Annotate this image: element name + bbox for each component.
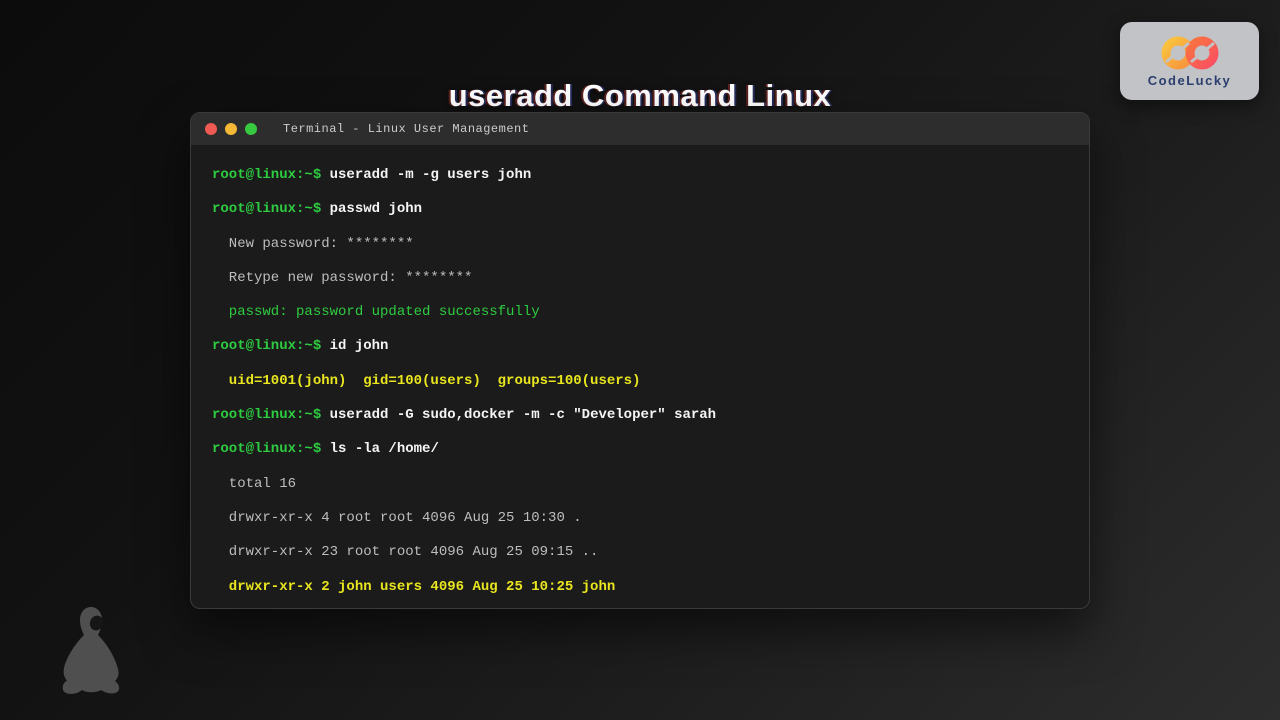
terminal-text-command: useradd -G sudo,docker -m -c "Developer"… xyxy=(330,407,716,423)
tux-penguin-icon xyxy=(55,606,127,698)
terminal-text-output: Retype new password: ******** xyxy=(212,270,472,286)
screen: useradd Command Linux CodeLucky xyxy=(0,0,1280,720)
terminal-line: drwxr-xr-x 2 john users 4096 Aug 25 10:2… xyxy=(212,570,1069,604)
terminal-title: Terminal - Linux User Management xyxy=(283,122,529,136)
terminal-text-command: id john xyxy=(330,338,389,354)
terminal-window: Terminal - Linux User Management root@li… xyxy=(190,112,1090,609)
terminal-text-prompt: root@linux:~$ xyxy=(212,407,330,423)
terminal-text-highlight: uid=1001(john) gid=100(users) groups=100… xyxy=(212,373,640,389)
terminal-text-command: passwd john xyxy=(330,201,422,217)
terminal-line: New password: ******** xyxy=(212,227,1069,261)
terminal-line: passwd: password updated successfully xyxy=(212,295,1069,329)
terminal-line: root@linux:~$ passwd john xyxy=(212,192,1069,226)
maximize-button[interactable] xyxy=(245,123,257,135)
terminal-line: drwxr-xr-x 23 root root 4096 Aug 25 09:1… xyxy=(212,535,1069,569)
minimize-button[interactable] xyxy=(225,123,237,135)
terminal-titlebar: Terminal - Linux User Management xyxy=(191,113,1089,146)
codelucky-logo-badge: CodeLucky xyxy=(1120,22,1259,100)
terminal-text-command: useradd -m -g users john xyxy=(330,167,532,183)
terminal-line: root@linux:~$ ls -la /home/ xyxy=(212,432,1069,466)
terminal-text-output: drwxr-xr-x 23 root root 4096 Aug 25 09:1… xyxy=(212,544,598,560)
terminal-text-command: ls -la /home/ xyxy=(330,441,439,457)
codelucky-infinity-icon xyxy=(1148,34,1232,72)
terminal-line: Retype new password: ******** xyxy=(212,261,1069,295)
page-title: useradd Command Linux xyxy=(0,78,1280,114)
terminal-line: root@linux:~$ useradd -G sudo,docker -m … xyxy=(212,398,1069,432)
terminal-line: root@linux:~$ id john xyxy=(212,329,1069,363)
terminal-text-prompt: root@linux:~$ xyxy=(212,441,330,457)
terminal-text-highlight: drwxr-xr-x 2 john users 4096 Aug 25 10:2… xyxy=(212,579,615,595)
terminal-text-prompt: root@linux:~$ xyxy=(212,201,330,217)
terminal-text-prompt: root@linux:~$ xyxy=(212,167,330,183)
terminal-line: drwxr-xr-x 4 root root 4096 Aug 25 10:30… xyxy=(212,501,1069,535)
terminal-body[interactable]: root@linux:~$ useradd -m -g users johnro… xyxy=(191,146,1089,609)
terminal-text-output: drwxr-xr-x 4 root root 4096 Aug 25 10:30… xyxy=(212,510,582,526)
terminal-text-prompt: root@linux:~$ xyxy=(212,338,330,354)
terminal-text-output: total 16 xyxy=(212,476,296,492)
close-button[interactable] xyxy=(205,123,217,135)
terminal-line: uid=1001(john) gid=100(users) groups=100… xyxy=(212,364,1069,398)
terminal-text-success: passwd: password updated successfully xyxy=(212,304,540,320)
terminal-line: root@linux:~$ useradd -m -g users john xyxy=(212,158,1069,192)
terminal-lines: root@linux:~$ useradd -m -g users johnro… xyxy=(212,158,1069,604)
terminal-text-output: New password: ******** xyxy=(212,236,414,252)
terminal-line: total 16 xyxy=(212,467,1069,501)
codelucky-logo-text: CodeLucky xyxy=(1148,73,1232,88)
